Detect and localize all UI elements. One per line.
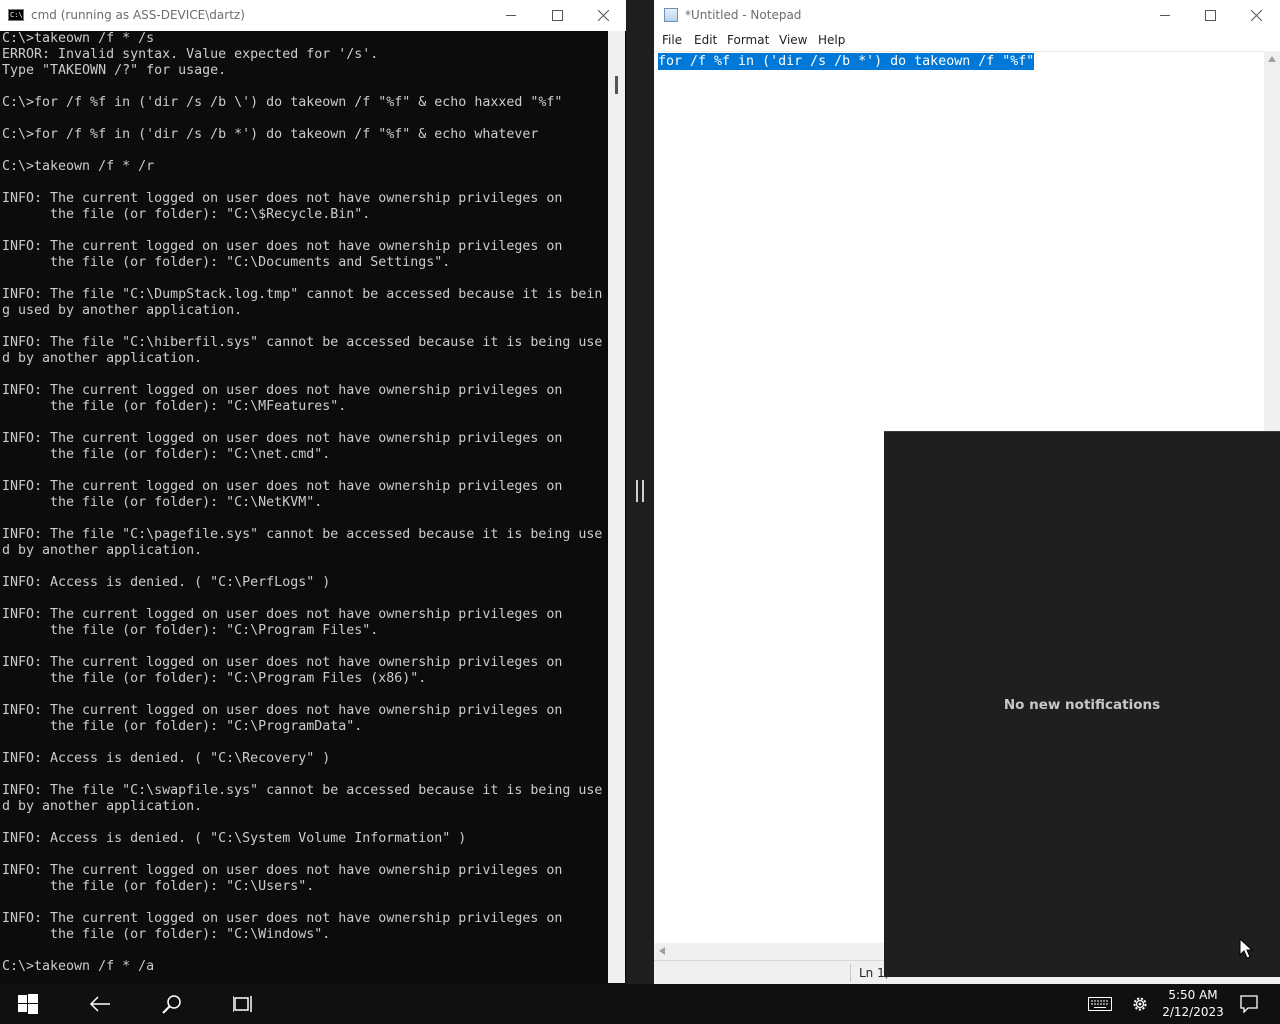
cmd-window[interactable]: C:\ cmd (running as ASS-DEVICE\dartz) C:… — [0, 0, 627, 984]
close-icon — [1250, 10, 1262, 21]
status-divider — [850, 964, 851, 982]
start-button[interactable] — [6, 984, 50, 1024]
console-output[interactable]: C:\>takeown /f * /s ERROR: Invalid synta… — [2, 31, 606, 981]
splitter-grip-icon[interactable] — [636, 480, 644, 502]
close-icon — [597, 10, 609, 21]
action-center-button[interactable] — [1234, 984, 1264, 1024]
windows-start-icon — [18, 994, 38, 1014]
gear-icon — [1133, 997, 1147, 1011]
notepad-app-icon — [664, 8, 678, 22]
task-view-icon — [233, 996, 252, 1012]
notepad-menubar: File Edit Format View Help — [654, 31, 1280, 51]
notepad-window-title: *Untitled - Notepad — [685, 8, 802, 22]
settings-tray-button[interactable] — [1124, 984, 1156, 1024]
notepad-close-button[interactable] — [1233, 0, 1279, 31]
cmd-titlebar[interactable]: C:\ cmd (running as ASS-DEVICE\dartz) — [0, 0, 626, 31]
menu-format[interactable]: Format — [727, 33, 769, 47]
minimize-icon — [505, 15, 516, 16]
cmd-maximize-button[interactable] — [534, 0, 580, 31]
cmd-minimize-button[interactable] — [488, 0, 534, 31]
selected-text[interactable]: for /f %f in ('dir /s /b *') do takeown … — [658, 53, 1035, 70]
scroll-left-arrow-icon[interactable] — [659, 947, 665, 955]
cmd-scrollbar-thumb[interactable] — [615, 76, 618, 94]
minimize-icon — [1159, 15, 1170, 16]
task-view-button[interactable] — [222, 984, 266, 1024]
menu-edit[interactable]: Edit — [694, 33, 717, 47]
taskbar: 5:50 AM 2/12/2023 — [0, 984, 1280, 1024]
menu-file[interactable]: File — [662, 33, 682, 47]
clock-date: 2/12/2023 — [1162, 1005, 1224, 1019]
back-button[interactable] — [78, 984, 122, 1024]
menu-help[interactable]: Help — [818, 33, 845, 47]
maximize-icon — [1204, 10, 1216, 21]
menu-view[interactable]: View — [779, 33, 807, 47]
cmd-window-title: cmd (running as ASS-DEVICE\dartz) — [31, 8, 245, 22]
notification-center-panel: No new notifications — [884, 431, 1280, 977]
mouse-cursor-icon — [1239, 938, 1253, 959]
notepad-maximize-button[interactable] — [1187, 0, 1233, 31]
notepad-titlebar[interactable]: *Untitled - Notepad — [654, 0, 1280, 31]
search-icon — [162, 995, 181, 1014]
touch-keyboard-button[interactable] — [1084, 984, 1116, 1024]
no-notifications-message: No new notifications — [1003, 697, 1161, 713]
notepad-minimize-button[interactable] — [1142, 0, 1188, 31]
cmd-close-button[interactable] — [580, 0, 626, 31]
snap-splitter[interactable] — [626, 0, 654, 984]
keyboard-icon — [1088, 997, 1112, 1011]
back-arrow-icon — [89, 996, 110, 1012]
cmd-vertical-scrollbar[interactable] — [608, 31, 625, 983]
taskbar-clock[interactable]: 5:50 AM 2/12/2023 — [1158, 987, 1228, 1021]
search-button[interactable] — [150, 984, 194, 1024]
notification-center-icon — [1240, 995, 1258, 1013]
console-icon: C:\ — [8, 9, 24, 21]
scroll-up-arrow-icon[interactable] — [1268, 56, 1276, 62]
clock-time: 5:50 AM — [1168, 988, 1218, 1002]
maximize-icon — [551, 10, 563, 21]
